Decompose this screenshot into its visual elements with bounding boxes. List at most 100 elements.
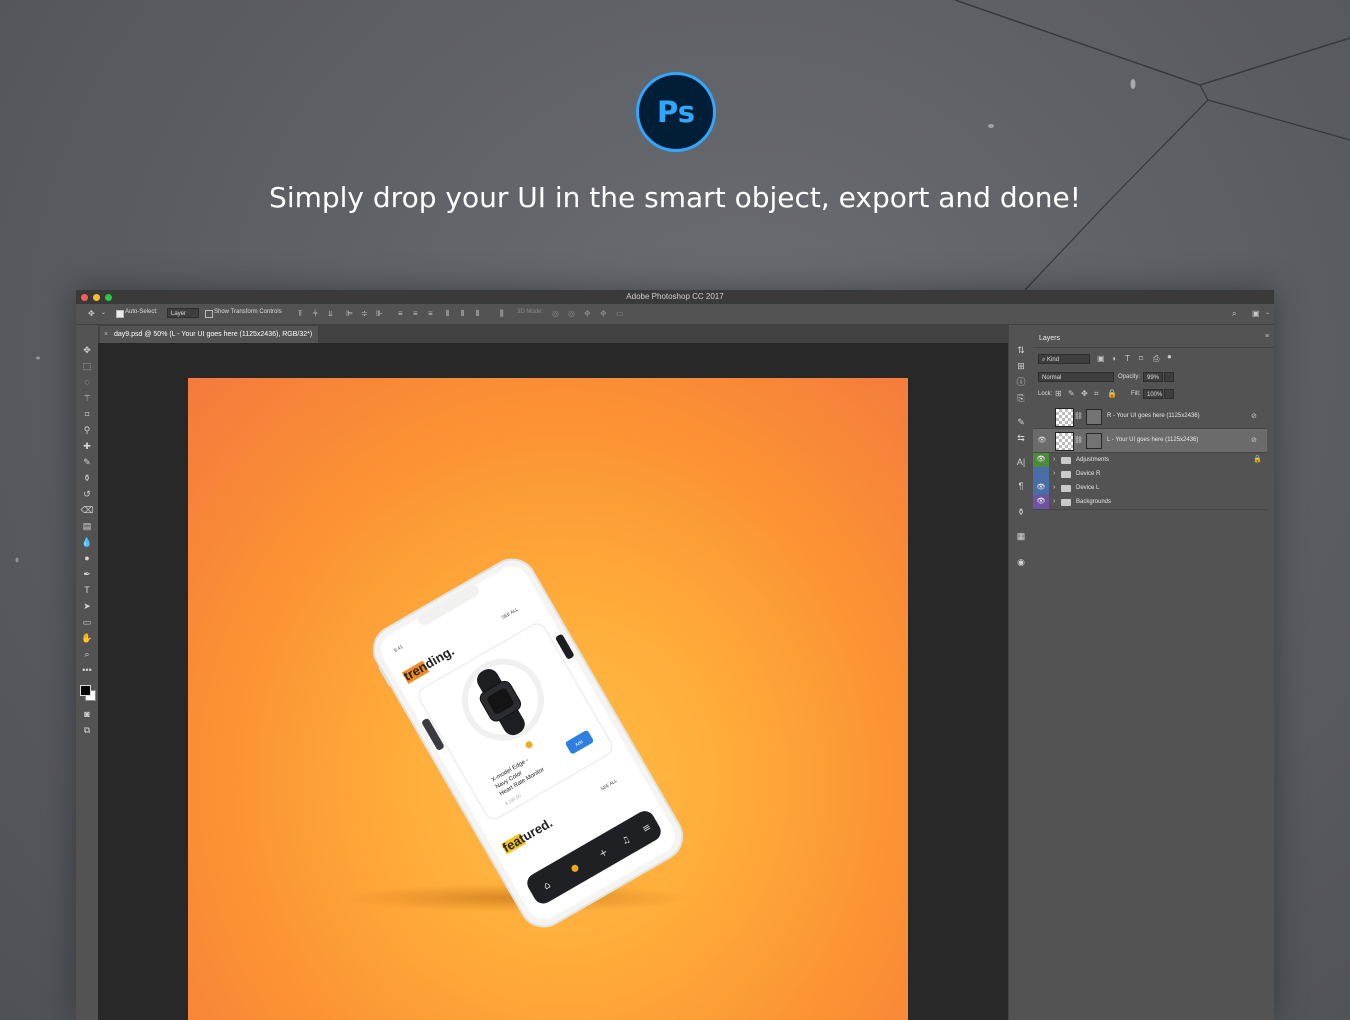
swatches-panel-icon[interactable]: ⊞ [1014,359,1028,373]
align-top-icon[interactable]: ⫪ [298,309,303,318]
character-panel-icon[interactable]: A| [1014,455,1028,469]
distribute-bottom-icon[interactable]: ≡ [428,309,433,318]
marquee-tool-icon[interactable]: ⬚ [80,359,94,373]
drag-3d-icon[interactable]: ✥ [584,309,591,318]
gradient-tool-icon[interactable]: ▤ [80,519,94,533]
crop-tool-icon[interactable]: ⌗ [80,407,94,421]
align-bottom-icon[interactable]: ⫫ [328,309,333,318]
layer-group-adjustments[interactable]: 👁 › Adjustments 🔒 [1033,453,1267,468]
libraries-panel-icon[interactable]: ◉ [1014,555,1028,569]
lock-all-icon[interactable]: 🔒 [1107,389,1117,398]
blend-mode-dropdown[interactable]: Normal [1038,372,1114,382]
expand-chevron-icon[interactable]: › [1053,484,1055,491]
filter-smart-object-icon[interactable]: ⎙ [1153,354,1159,363]
show-transform-checkbox[interactable] [205,310,213,318]
expand-chevron-icon[interactable]: › [1053,456,1055,463]
glyphs-panel-icon[interactable]: ▦ [1014,529,1028,543]
document-tab[interactable]: × day9.psd @ 50% (L - Your UI goes here … [100,326,319,343]
roll-3d-icon[interactable]: ◎ [568,309,575,318]
move-tool-preset-icon[interactable]: ✥ [88,309,95,318]
filter-kind-dropdown[interactable]: ⌕ Kind [1038,354,1090,364]
foreground-color-swatch[interactable] [80,685,91,696]
filter-pixel-icon[interactable]: ▣ [1097,354,1105,363]
quick-mask-icon[interactable]: ◙ [80,707,94,721]
auto-align-icon[interactable]: ⫼ [500,309,504,318]
workspace-icon[interactable]: ▣ [1252,309,1260,318]
search-icon[interactable]: ⌕ [1232,309,1236,318]
properties-panel-icon[interactable]: ⎘ [1014,391,1028,405]
brush-tool-icon[interactable]: ✎ [80,455,94,469]
clone-source-panel-icon[interactable]: ⚱ [1014,505,1028,519]
move-tool-icon[interactable]: ✥ [80,343,94,357]
path-selection-tool-icon[interactable]: ➤ [80,599,94,613]
fill-slider-toggle[interactable] [1164,389,1174,399]
fx-icon[interactable]: ⊘ [1251,436,1257,444]
align-vertical-center-icon[interactable]: ⫩ [313,309,318,318]
scale-3d-icon[interactable]: ▭ [616,309,624,318]
distribute-left-icon[interactable]: ⫴ [446,309,449,318]
chevron-down-icon[interactable]: ⌄ [101,309,106,318]
lasso-tool-icon[interactable]: ◌ [80,375,94,389]
auto-select-checkbox[interactable] [116,310,124,318]
layer-row-r[interactable]: ⛓ R - Your UI goes here (1125x2436) ⊘ [1033,405,1267,429]
lock-transparent-icon[interactable]: ⊞ [1055,389,1062,398]
distribute-right-icon[interactable]: ⫴ [476,309,479,318]
eye-icon[interactable]: 👁 [1035,436,1049,444]
chevron-down-icon[interactable]: ⌄ [1265,309,1270,318]
auto-select-dropdown[interactable]: Layer [167,308,199,318]
align-right-icon[interactable]: ⊪ [376,309,383,318]
panel-menu-icon[interactable]: ≡ [1265,333,1269,340]
orbit-3d-icon[interactable]: ◎ [552,309,559,318]
eraser-tool-icon[interactable]: ⌫ [80,503,94,517]
paragraph-panel-icon[interactable]: ¶ [1014,479,1028,493]
adjustments-panel-icon[interactable]: ⇆ [1014,431,1028,445]
opacity-input[interactable]: 99% [1143,372,1163,382]
filter-toggle-icon[interactable]: ● [1167,352,1172,361]
layer-mask-thumbnail[interactable] [1086,433,1102,449]
screen-mode-icon[interactable]: ⧉ [80,723,94,737]
eye-icon[interactable]: 👁 [1033,495,1049,509]
lock-image-icon[interactable]: ✎ [1068,389,1075,398]
distribute-top-icon[interactable]: ≡ [398,309,403,318]
visibility-toggle-device-r[interactable] [1033,467,1049,481]
eyedropper-tool-icon[interactable]: ⚲ [80,423,94,437]
pen-tool-icon[interactable]: ✒ [80,567,94,581]
canvas-area[interactable]: 9:41 trending. SEE ALL X-model Edge - Na… [98,343,1008,1020]
blur-tool-icon[interactable]: 💧 [80,535,94,549]
slide-3d-icon[interactable]: ✥ [600,309,607,318]
link-icon[interactable]: ⛓ [1074,412,1083,420]
eye-icon[interactable]: 👁 [1033,453,1049,467]
layer-group-backgrounds[interactable]: 👁 › Backgrounds [1033,495,1267,510]
magic-wand-tool-icon[interactable]: ⚚ [80,391,94,405]
more-tools-icon[interactable]: ••• [80,663,94,677]
lock-artboard-icon[interactable]: ⌗ [1094,389,1099,398]
align-horizontal-center-icon[interactable]: ≑ [361,309,368,318]
clone-stamp-tool-icon[interactable]: ⚱ [80,471,94,485]
history-brush-tool-icon[interactable]: ↺ [80,487,94,501]
healing-brush-tool-icon[interactable]: ✚ [80,439,94,453]
artboard[interactable]: 9:41 trending. SEE ALL X-model Edge - Na… [188,378,908,1020]
filter-adjustment-icon[interactable]: ◑ [1111,354,1116,363]
distribute-hcenter-icon[interactable]: ⫴ [461,309,464,318]
align-left-icon[interactable]: ⊫ [346,309,353,318]
filter-shape-icon[interactable]: ⌑ [1139,354,1143,363]
layer-mask-thumbnail[interactable] [1086,409,1102,425]
zoom-tool-icon[interactable]: ⌕ [80,647,94,661]
layer-row-l[interactable]: 👁 ⛓ L - Your UI goes here (1125x2436) ⊘ [1033,429,1267,453]
expand-chevron-icon[interactable]: › [1053,498,1055,505]
layers-panel-title[interactable]: Layers [1039,335,1060,342]
filter-type-icon[interactable]: T [1125,354,1130,363]
type-tool-icon[interactable]: T [80,583,94,597]
info-panel-icon[interactable]: ⓘ [1014,375,1028,389]
layer-group-device-r[interactable]: › Device R [1033,467,1267,482]
expand-chevron-icon[interactable]: › [1053,470,1055,477]
close-tab-icon[interactable]: × [104,326,108,343]
fx-icon[interactable]: ⊘ [1251,412,1257,420]
rectangle-tool-icon[interactable]: ▭ [80,615,94,629]
hand-tool-icon[interactable]: ✋ [80,631,94,645]
layer-group-device-l[interactable]: 👁 › Device L [1033,481,1267,496]
distribute-center-icon[interactable]: ≡ [413,309,418,318]
fill-input[interactable]: 100% [1143,389,1163,399]
opacity-slider-toggle[interactable] [1164,372,1174,382]
link-icon[interactable]: ⛓ [1074,436,1083,444]
